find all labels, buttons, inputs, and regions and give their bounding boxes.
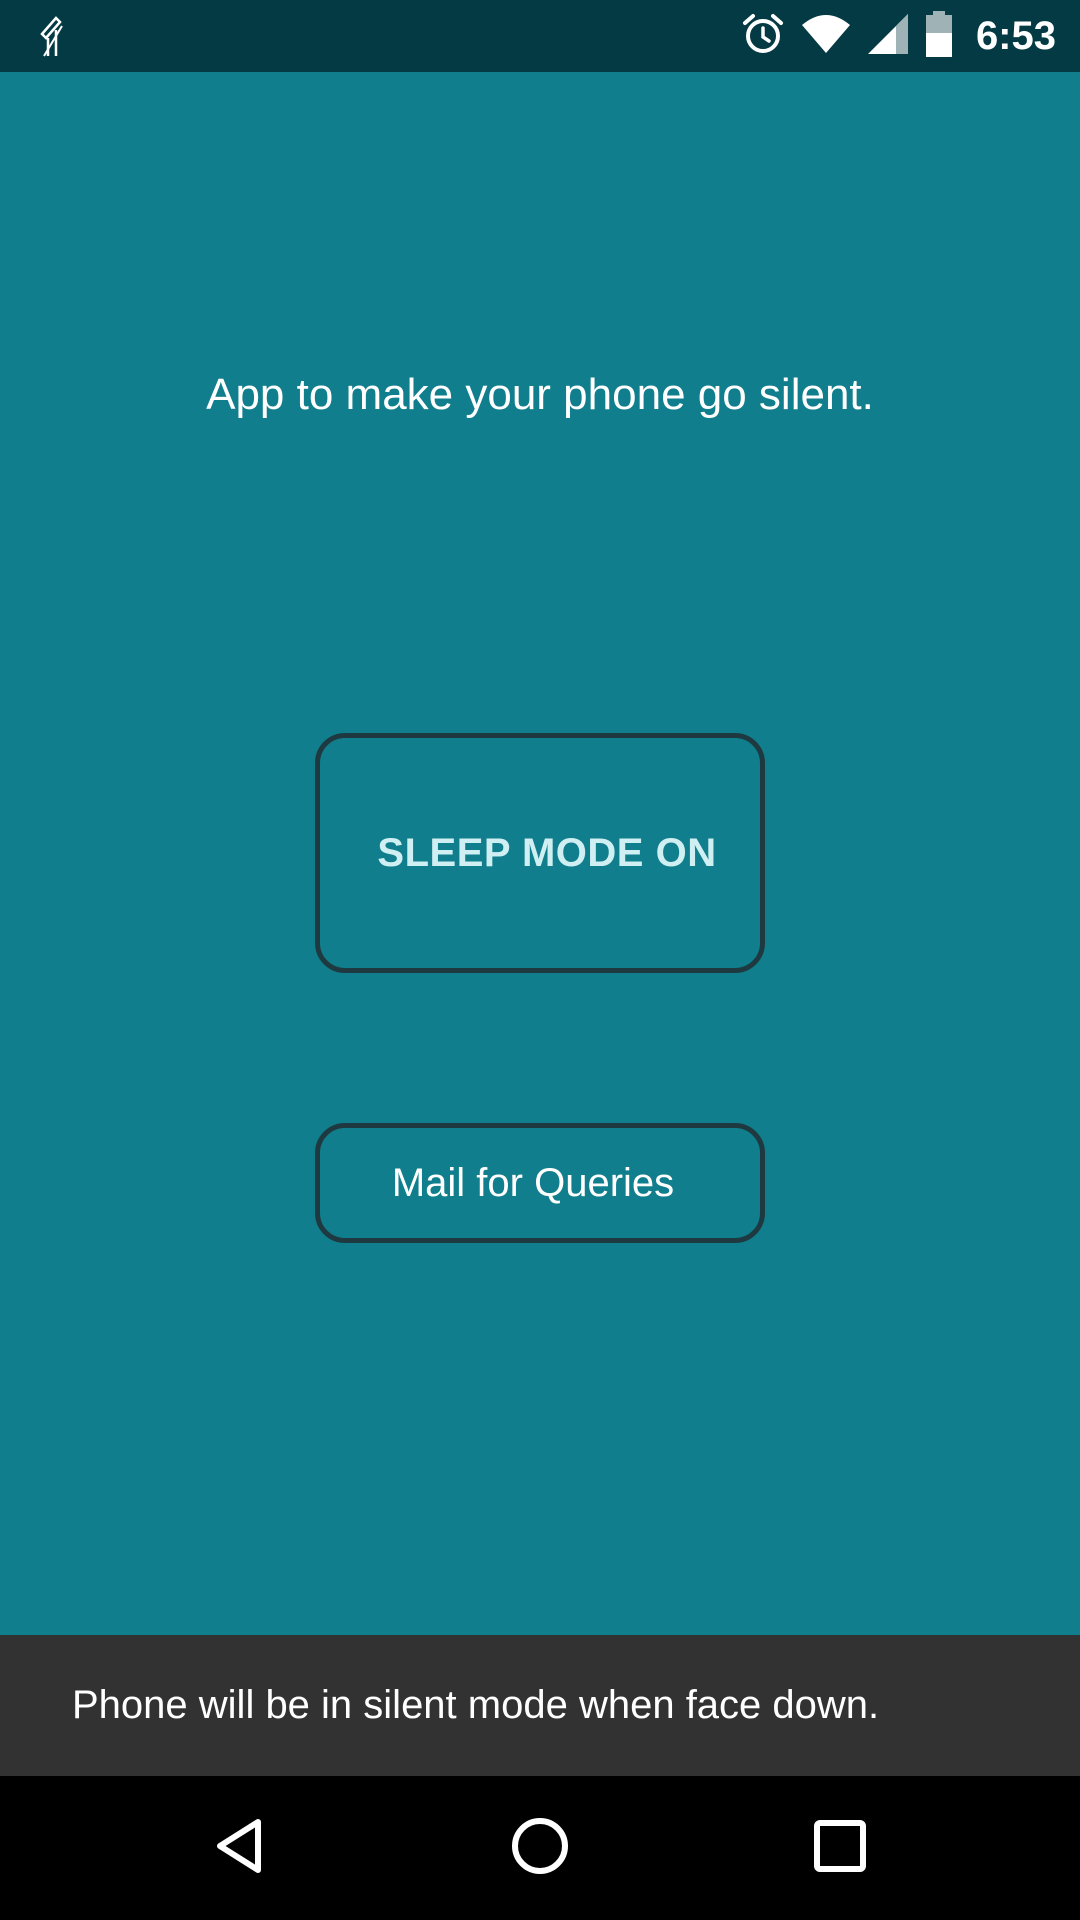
back-button[interactable] xyxy=(160,1776,320,1920)
recents-icon xyxy=(813,1819,867,1878)
app-tagline: App to make your phone go silent. xyxy=(206,370,874,419)
status-bar: 6:53 xyxy=(0,0,1080,72)
cell-signal-icon xyxy=(866,12,910,61)
navigation-bar xyxy=(0,1776,1080,1920)
mail-queries-button[interactable]: Mail for Queries xyxy=(315,1123,765,1243)
battery-icon xyxy=(924,10,954,62)
app-screen: 6:53 App to make your phone go silent. S… xyxy=(0,0,1080,1920)
sleep-mode-button[interactable]: SLEEP MODE ON xyxy=(315,733,765,973)
home-button[interactable] xyxy=(460,1776,620,1920)
back-icon xyxy=(212,1816,268,1881)
app-notification-icon xyxy=(34,12,74,60)
sleep-mode-button-label: SLEEP MODE ON xyxy=(377,830,717,875)
snackbar-message: Phone will be in silent mode when face d… xyxy=(72,1683,880,1727)
wifi-icon xyxy=(800,13,852,60)
snackbar: Phone will be in silent mode when face d… xyxy=(0,1635,1080,1776)
mail-queries-button-label: Mail for Queries xyxy=(391,1160,675,1205)
recents-button[interactable] xyxy=(760,1776,920,1920)
clock-time: 6:53 xyxy=(975,13,1056,58)
home-icon xyxy=(510,1816,570,1881)
alarm-icon xyxy=(740,11,786,62)
